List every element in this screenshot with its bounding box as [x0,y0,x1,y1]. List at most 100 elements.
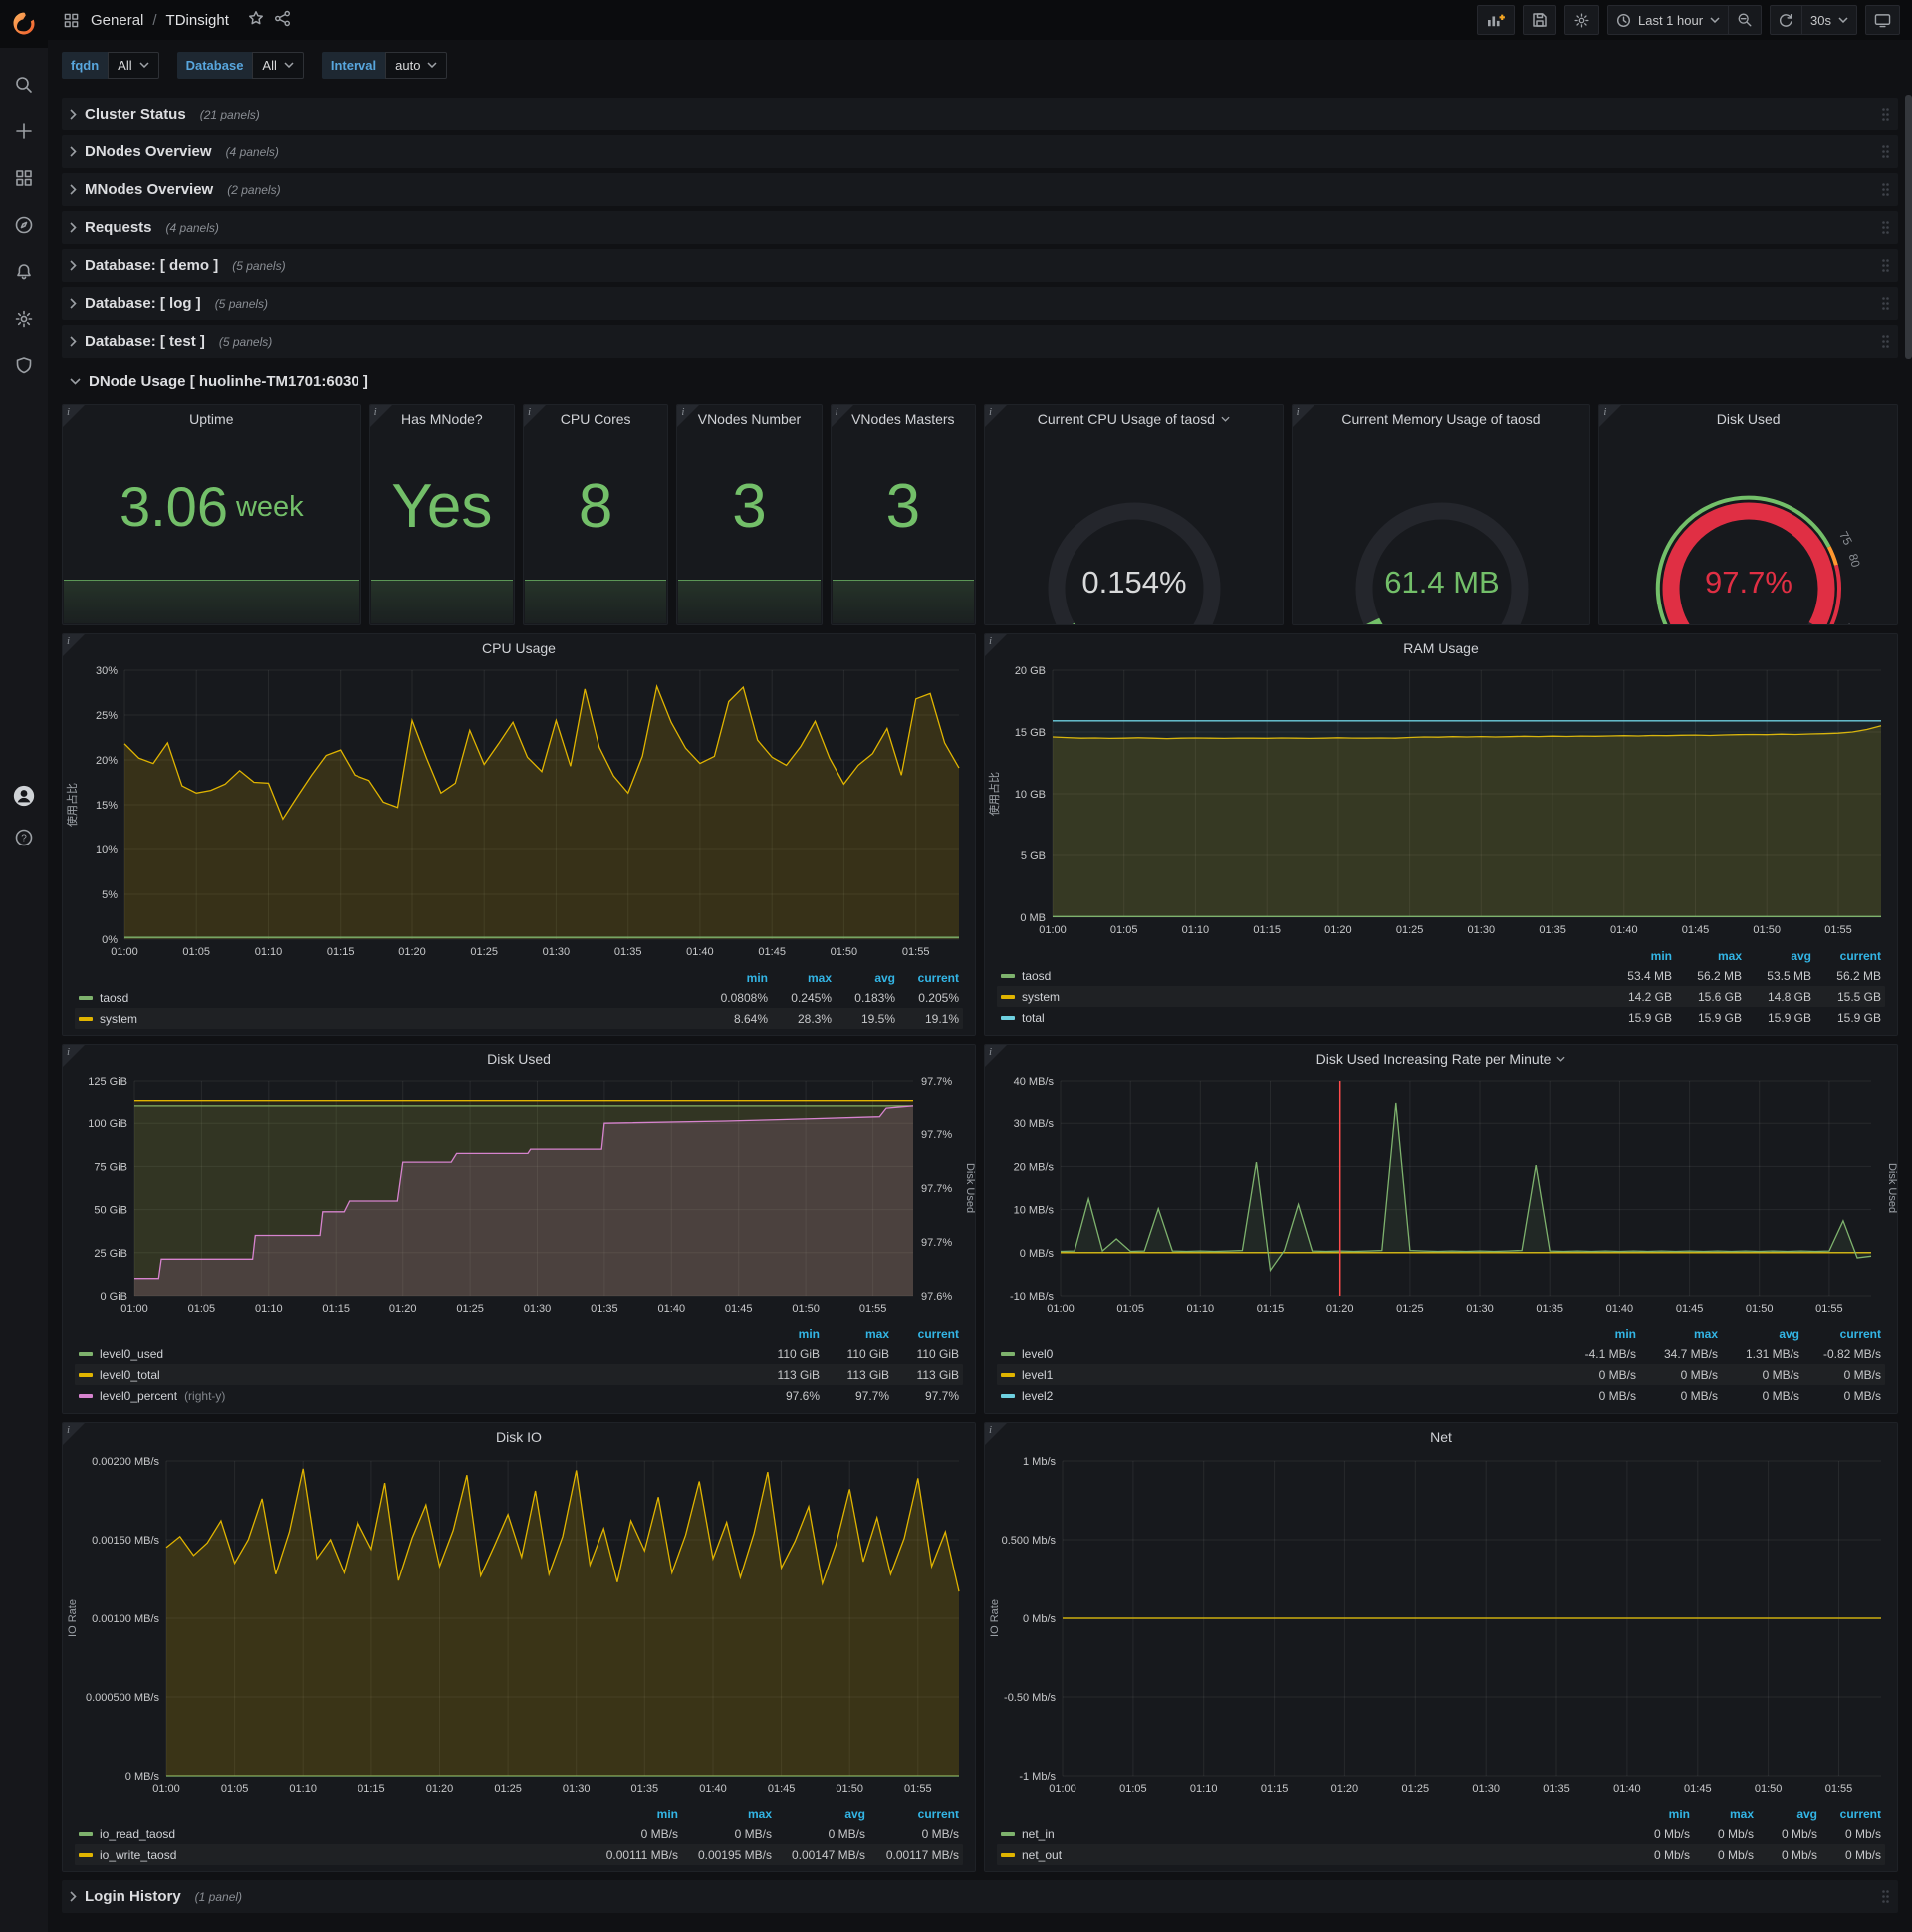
panel-title[interactable]: CPU Usage [63,634,975,662]
variable-database-value[interactable]: All [252,51,304,79]
row-drag-handle[interactable] [1881,1889,1890,1904]
row-drag-handle[interactable] [1881,107,1890,121]
collapsed-row-3[interactable]: Requests (4 panels) [62,211,1898,244]
series-color-swatch[interactable] [79,1372,93,1377]
series-color-swatch[interactable] [79,1393,93,1398]
panel-info-icon[interactable]: i [985,634,1007,656]
disk-io-plot[interactable]: 01:00 01:05 01:10 01:15 01:20 01:25 01:30 01:35… [63,1451,975,1805]
page-scrollbar[interactable] [1905,95,1912,359]
series-color-swatch[interactable] [79,1831,93,1836]
series-color-swatch[interactable] [1001,1831,1015,1836]
legend-series-toggle[interactable]: total [1022,1011,1045,1025]
disk-rate-plot[interactable]: 01:00 01:05 01:10 01:15 01:20 01:25 01:30 01:35… [985,1073,1897,1325]
memory-gauge[interactable]: 0158961.4 MB [1293,431,1590,624]
panel-title[interactable]: Disk Used [1599,405,1897,433]
panel-info-icon[interactable]: i [63,634,85,656]
legend-series-toggle[interactable]: level0_used [100,1347,163,1361]
variable-fqdn-value[interactable]: All [108,51,159,79]
collapsed-row-4[interactable]: Database: [ demo ] (5 panels) [62,249,1898,282]
panel-info-icon[interactable]: i [677,405,700,427]
row-drag-handle[interactable] [1881,258,1890,273]
ram-usage-plot[interactable]: 01:00 01:05 01:10 01:15 01:20 01:25 01:30 01:35… [985,662,1897,946]
legend-series-toggle[interactable]: level0_percent [100,1389,177,1403]
legend-series-toggle[interactable]: taosd [1022,969,1051,983]
legend-series-toggle[interactable]: level2 [1022,1389,1053,1403]
series-color-swatch[interactable] [1001,1852,1015,1857]
series-color-swatch[interactable] [79,1016,93,1021]
panel-info-icon[interactable]: i [63,405,85,427]
row-login-history[interactable]: Login History (1 panel) [62,1880,1898,1913]
search-icon[interactable] [13,74,35,96]
row-dnode-usage[interactable]: DNode Usage [ huolinhe-TM1701:6030 ] [62,362,1898,400]
legend-series-toggle[interactable]: taosd [100,991,128,1005]
help-icon[interactable]: ? [13,827,35,848]
row-drag-handle[interactable] [1881,334,1890,349]
panel-info-icon[interactable]: i [985,1423,1007,1445]
legend-series-toggle[interactable]: net_in [1022,1827,1055,1841]
dashboard-title[interactable]: TDinsight [166,12,229,29]
panel-title[interactable]: Disk IO [63,1423,975,1451]
panel-title[interactable]: Disk Used [63,1045,975,1073]
dashboard-settings-button[interactable] [1563,5,1599,35]
breadcrumb-folder[interactable]: General [91,12,143,29]
legend-series-toggle[interactable]: system [100,1012,137,1026]
series-color-swatch[interactable] [1001,973,1015,978]
alerting-bell-icon[interactable] [13,261,35,283]
panel-title[interactable]: Disk Used Increasing Rate per Minute [985,1045,1897,1073]
collapsed-row-2[interactable]: MNodes Overview (2 panels) [62,173,1898,206]
grafana-logo[interactable] [0,0,48,48]
panel-title[interactable]: RAM Usage [985,634,1897,662]
explore-compass-icon[interactable] [13,214,35,236]
panel-info-icon[interactable]: i [369,405,392,427]
cpu-gauge[interactable]: 01000.154% [985,431,1283,624]
collapsed-row-1[interactable]: DNodes Overview (4 panels) [62,135,1898,168]
share-icon[interactable] [274,10,291,31]
panel-title[interactable]: Current Memory Usage of taosd [1293,405,1590,433]
panel-info-icon[interactable]: i [63,1045,85,1067]
create-plus-icon[interactable] [13,121,35,142]
legend-series-toggle[interactable]: net_out [1022,1848,1062,1862]
dashboards-icon[interactable] [13,167,35,189]
panel-info-icon[interactable]: i [63,1423,85,1445]
refresh-button[interactable] [1770,5,1803,35]
server-admin-shield-icon[interactable] [13,355,35,376]
panel-info-icon[interactable]: i [1292,405,1314,427]
panel-info-icon[interactable]: i [831,405,853,427]
configuration-gear-icon[interactable] [13,308,35,330]
variable-interval-value[interactable]: auto [385,51,448,79]
star-icon[interactable] [248,10,264,30]
collapsed-row-6[interactable]: Database: [ test ] (5 panels) [62,325,1898,358]
legend-series-toggle[interactable]: level1 [1022,1368,1053,1382]
panel-title[interactable]: Current CPU Usage of taosd [985,405,1283,433]
collapsed-row-5[interactable]: Database: [ log ] (5 panels) [62,287,1898,320]
add-panel-button[interactable] [1476,5,1515,35]
series-color-swatch[interactable] [1001,1372,1015,1377]
row-drag-handle[interactable] [1881,182,1890,197]
panel-info-icon[interactable]: i [1599,405,1622,427]
zoom-out-time-button[interactable] [1729,5,1763,35]
collapsed-row-0[interactable]: Cluster Status (21 panels) [62,98,1898,130]
panel-title[interactable]: Net [985,1423,1897,1451]
legend-series-toggle[interactable]: level0 [1022,1347,1053,1361]
refresh-interval-dropdown[interactable]: 30s [1802,5,1857,35]
cycle-view-mode-button[interactable] [1865,5,1900,35]
legend-series-toggle[interactable]: system [1022,990,1060,1004]
panel-info-icon[interactable]: i [984,405,1007,427]
cpu-usage-plot[interactable]: 01:00 01:05 01:10 01:15 01:20 01:25 01:30 01:35… [63,662,975,968]
series-color-swatch[interactable] [79,1852,93,1857]
net-plot[interactable]: 01:00 01:05 01:10 01:15 01:20 01:25 01:30 01:35… [985,1451,1897,1805]
legend-series-toggle[interactable]: io_write_taosd [100,1848,176,1862]
series-color-swatch[interactable] [1001,994,1015,999]
series-color-swatch[interactable] [1001,1393,1015,1398]
legend-series-toggle[interactable]: io_read_taosd [100,1827,175,1841]
panel-info-icon[interactable]: i [523,405,546,427]
series-color-swatch[interactable] [79,1351,93,1356]
panel-title[interactable]: Uptime [63,405,360,433]
disk-used-gauge[interactable]: 075809510097.7% [1599,431,1897,624]
legend-series-toggle[interactable]: level0_total [100,1368,160,1382]
user-avatar[interactable] [13,785,35,807]
series-color-swatch[interactable] [79,995,93,1000]
disk-used-plot[interactable]: 01:00 01:05 01:10 01:15 01:20 01:25 01:30 01:35… [63,1073,975,1325]
row-drag-handle[interactable] [1881,296,1890,311]
row-drag-handle[interactable] [1881,144,1890,159]
